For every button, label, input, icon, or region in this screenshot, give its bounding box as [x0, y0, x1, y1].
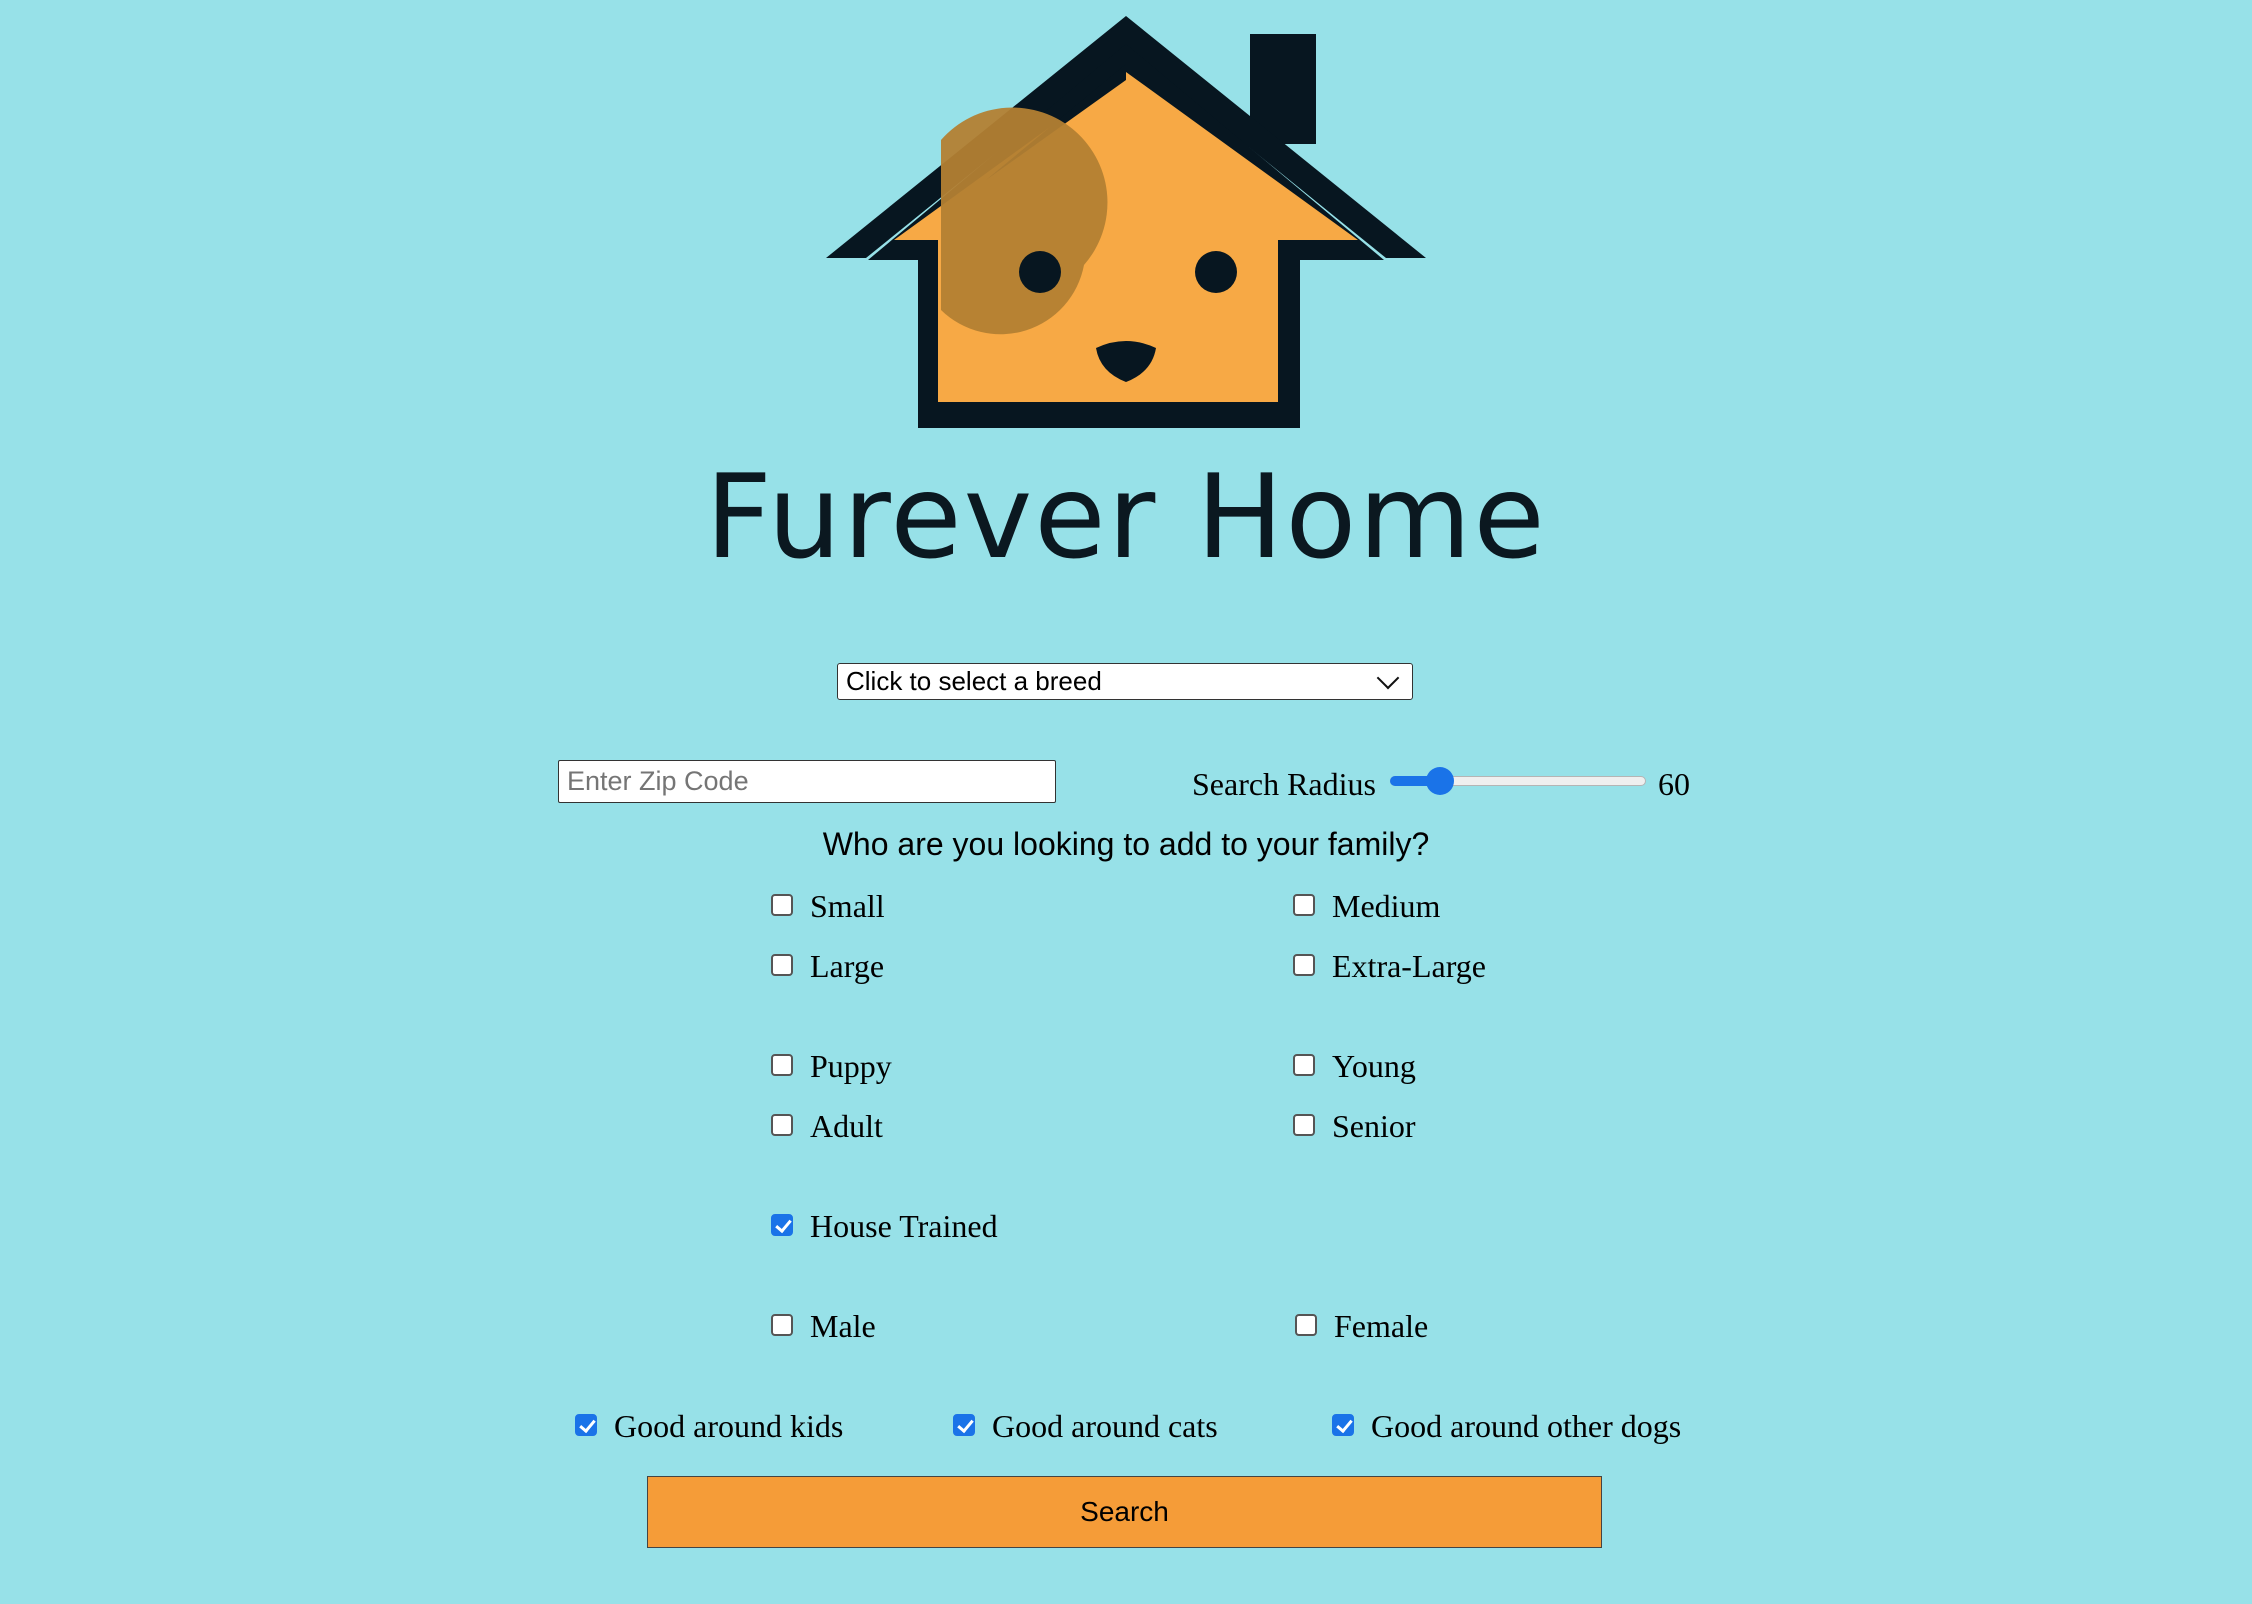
checkbox-female[interactable] [1295, 1313, 1317, 1336]
filter-adult[interactable]: Adult [771, 1108, 883, 1145]
filter-good-around-other-dogs[interactable]: Good around other dogs [1332, 1408, 1681, 1445]
filter-senior-label: Senior [1332, 1108, 1416, 1144]
filter-good-around-cats-label: Good around cats [992, 1408, 1218, 1444]
filter-adult-label: Adult [810, 1108, 883, 1144]
filter-large-label: Large [810, 948, 885, 984]
search-radius-value: 60 [1658, 766, 1690, 802]
checkbox-male[interactable] [771, 1313, 793, 1336]
page: Furever Home Click to select a breed Sea… [0, 0, 2252, 1604]
slider-thumb[interactable] [1426, 767, 1455, 795]
checkbox-good-around-other-dogs[interactable] [1332, 1413, 1354, 1436]
checkbox-puppy[interactable] [771, 1053, 793, 1076]
checkbox-small[interactable] [771, 893, 793, 916]
search-radius-slider[interactable] [1390, 767, 1646, 795]
filter-good-around-cats[interactable]: Good around cats [953, 1408, 1218, 1445]
search-radius-label: Search Radius [1192, 766, 1376, 802]
checkbox-young[interactable] [1293, 1053, 1315, 1076]
filter-small[interactable]: Small [771, 888, 885, 925]
filter-senior[interactable]: Senior [1293, 1108, 1416, 1145]
checkbox-house-trained[interactable] [771, 1213, 793, 1236]
filter-extra-large[interactable]: Extra-Large [1293, 948, 1486, 985]
search-button[interactable]: Search [647, 1476, 1602, 1548]
family-question: Who are you looking to add to your famil… [822, 826, 1430, 862]
filter-good-around-kids[interactable]: Good around kids [575, 1408, 843, 1445]
filter-male[interactable]: Male [771, 1308, 876, 1345]
checkbox-large[interactable] [771, 953, 793, 976]
filter-medium-label: Medium [1332, 888, 1441, 924]
checkbox-good-around-kids[interactable] [575, 1413, 597, 1436]
filter-male-label: Male [810, 1308, 876, 1344]
filter-good-around-other-dogs-label: Good around other dogs [1371, 1408, 1682, 1444]
checkbox-medium[interactable] [1293, 893, 1315, 916]
filter-puppy-label: Puppy [810, 1048, 892, 1084]
filter-good-around-kids-label: Good around kids [614, 1408, 844, 1444]
filter-female[interactable]: Female [1295, 1308, 1428, 1345]
filter-house-trained-label: House Trained [810, 1208, 998, 1244]
brand-title: Furever Home [705, 450, 1547, 585]
filter-medium[interactable]: Medium [1293, 888, 1440, 925]
filter-large[interactable]: Large [771, 948, 884, 985]
zip-code-input[interactable] [558, 760, 1056, 803]
checkbox-senior[interactable] [1293, 1113, 1315, 1136]
checkbox-adult[interactable] [771, 1113, 793, 1136]
filter-young-label: Young [1332, 1048, 1416, 1084]
filter-young[interactable]: Young [1293, 1048, 1416, 1085]
filter-puppy[interactable]: Puppy [771, 1048, 892, 1085]
filter-house-trained[interactable]: House Trained [771, 1208, 998, 1245]
checkbox-extra-large[interactable] [1293, 953, 1315, 976]
filter-female-label: Female [1334, 1308, 1429, 1344]
chevron-down-icon [1376, 666, 1400, 689]
filter-extra-large-label: Extra-Large [1332, 948, 1486, 984]
logo-house-dog-icon [826, 16, 1426, 428]
breed-select[interactable]: Click to select a breed [837, 663, 1413, 700]
checkbox-good-around-cats[interactable] [953, 1413, 975, 1436]
breed-select-value: Click to select a breed [846, 666, 1102, 696]
filter-small-label: Small [810, 888, 885, 924]
